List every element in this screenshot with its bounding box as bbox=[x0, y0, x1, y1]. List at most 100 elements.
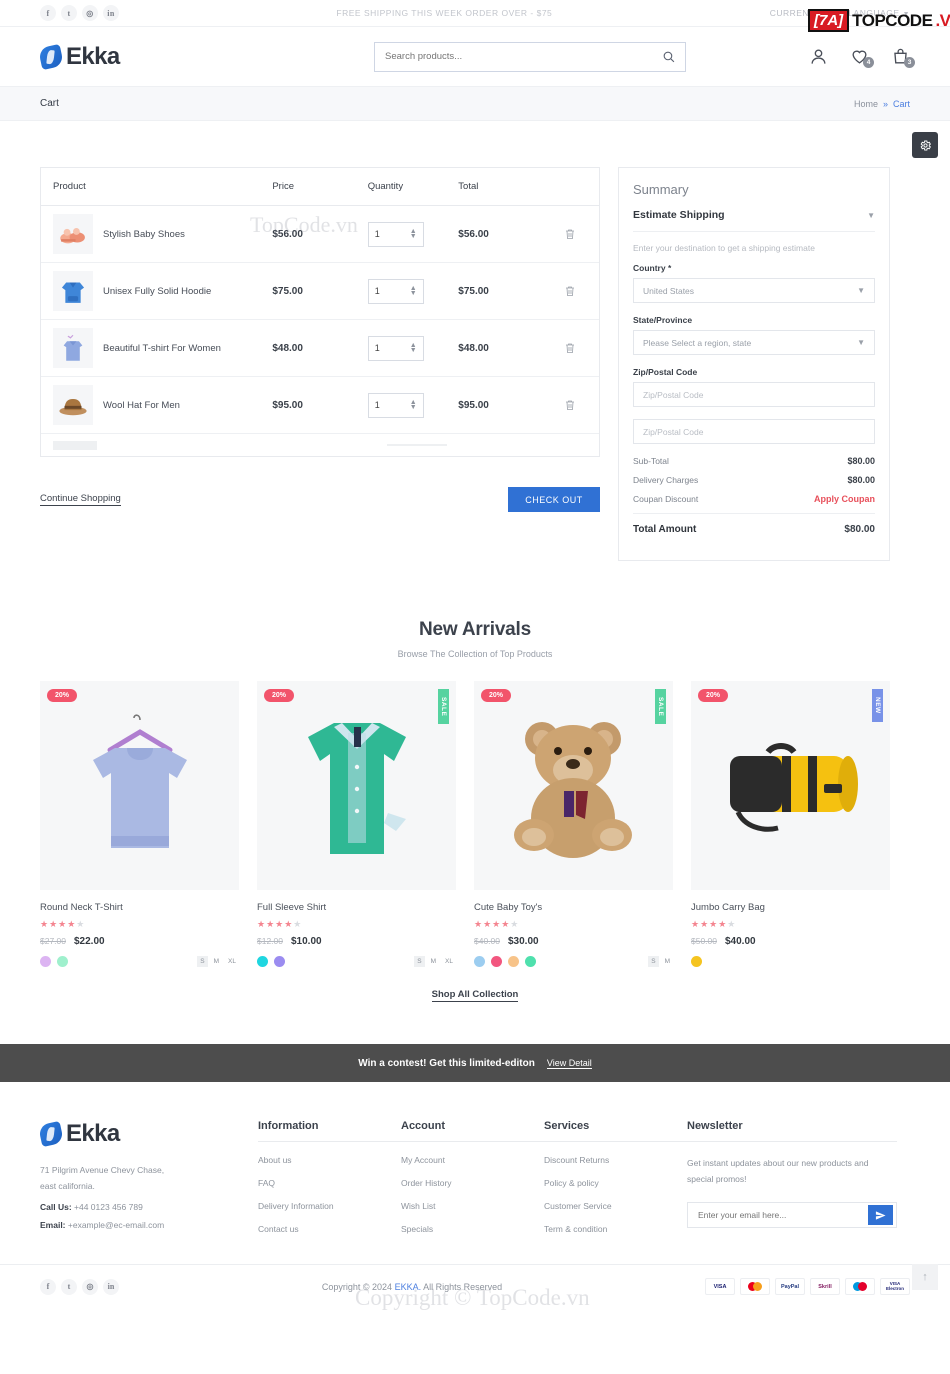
product-image[interactable]: 20% bbox=[40, 681, 239, 890]
shop-all-collection-link[interactable]: Shop All Collection bbox=[431, 989, 519, 1002]
delete-item-button[interactable] bbox=[554, 285, 587, 297]
twitter-icon[interactable]: t bbox=[61, 1278, 77, 1295]
twitter-icon[interactable]: t bbox=[61, 5, 77, 21]
color-swatch[interactable] bbox=[525, 956, 536, 967]
footer-link[interactable]: FAQ bbox=[258, 1178, 401, 1188]
settings-gear-button[interactable] bbox=[912, 132, 938, 158]
size-option[interactable]: M bbox=[428, 956, 439, 967]
quantity-value[interactable]: 1 bbox=[375, 400, 380, 410]
stepper-arrows-icon[interactable]: ▲ ▼ bbox=[410, 228, 417, 240]
size-option[interactable]: S bbox=[197, 956, 208, 967]
color-swatch[interactable] bbox=[40, 956, 51, 967]
footer-link[interactable]: Term & condition bbox=[544, 1224, 687, 1234]
product-card[interactable]: 20% NEW Jumbo Carry Bag ★★★★★ $50.00 $40… bbox=[691, 681, 890, 967]
product-name[interactable]: Unisex Fully Solid Hoodie bbox=[103, 286, 211, 297]
product-image[interactable]: 20% SALE bbox=[474, 681, 673, 890]
size-options[interactable]: S M XL bbox=[197, 956, 239, 967]
wishlist-icon[interactable]: 4 bbox=[850, 47, 874, 68]
scroll-to-top-button[interactable]: ↑ bbox=[912, 1264, 938, 1290]
product-name[interactable]: Beautiful T-shirt For Women bbox=[103, 343, 221, 354]
color-swatch[interactable] bbox=[57, 956, 68, 967]
quantity-value[interactable]: 1 bbox=[375, 286, 380, 296]
apply-coupon-link[interactable]: Apply Coupan bbox=[814, 494, 875, 504]
language-selector[interactable]: LANGUAGE ▼ bbox=[848, 8, 910, 18]
footer-link[interactable]: Contact us bbox=[258, 1224, 401, 1234]
product-name[interactable]: Wool Hat For Men bbox=[103, 400, 180, 411]
footer-link[interactable]: Discount Returns bbox=[544, 1155, 687, 1165]
view-detail-link[interactable]: View Detail bbox=[546, 1058, 592, 1069]
quantity-stepper[interactable]: 1 ▲ ▼ bbox=[367, 278, 424, 304]
zip-input-secondary[interactable]: Zip/Postal Code bbox=[633, 419, 875, 444]
color-swatch[interactable] bbox=[508, 956, 519, 967]
color-swatches[interactable] bbox=[257, 956, 285, 967]
country-select[interactable]: United States ▼ bbox=[633, 278, 875, 303]
instagram-icon[interactable]: ◎ bbox=[82, 5, 98, 21]
product-name[interactable]: Jumbo Carry Bag bbox=[691, 902, 890, 913]
facebook-icon[interactable]: f bbox=[40, 1278, 56, 1295]
continue-shopping-link[interactable]: Continue Shopping bbox=[40, 493, 121, 506]
product-image[interactable]: 20% SALE bbox=[257, 681, 456, 890]
cart-icon[interactable]: 3 bbox=[891, 47, 915, 68]
newsletter-submit-button[interactable] bbox=[868, 1205, 893, 1226]
footer-link[interactable]: My Account bbox=[401, 1155, 544, 1165]
quantity-stepper[interactable]: 1 ▲ ▼ bbox=[367, 221, 424, 247]
checkout-button[interactable]: CHECK OUT bbox=[508, 487, 600, 512]
quantity-value[interactable]: 1 bbox=[375, 229, 380, 239]
product-name[interactable]: Cute Baby Toy's bbox=[474, 902, 673, 913]
footer-link[interactable]: Delivery Information bbox=[258, 1201, 401, 1211]
facebook-icon[interactable]: f bbox=[40, 5, 56, 21]
search-input[interactable] bbox=[385, 51, 662, 62]
color-swatch[interactable] bbox=[274, 956, 285, 967]
color-swatches[interactable] bbox=[40, 956, 68, 967]
product-name[interactable]: Round Neck T-Shirt bbox=[40, 902, 239, 913]
product-card[interactable]: 20% Round Neck T-Shirt ★★★★★ $27.00 $22.… bbox=[40, 681, 239, 967]
product-name[interactable]: Stylish Baby Shoes bbox=[103, 229, 185, 240]
size-option[interactable]: S bbox=[414, 956, 425, 967]
color-swatch[interactable] bbox=[257, 956, 268, 967]
stepper-arrows-icon[interactable]: ▲ ▼ bbox=[410, 399, 417, 411]
size-options[interactable]: S M XL bbox=[414, 956, 456, 967]
linkedin-icon[interactable]: in bbox=[103, 5, 119, 21]
account-icon[interactable] bbox=[809, 47, 828, 66]
color-swatch[interactable] bbox=[691, 956, 702, 967]
estimate-shipping-toggle[interactable]: Estimate Shipping ▼ bbox=[633, 209, 875, 232]
size-option[interactable]: XL bbox=[225, 956, 239, 967]
size-option[interactable]: XL bbox=[442, 956, 456, 967]
footer-link[interactable]: Wish List bbox=[401, 1201, 544, 1211]
stepper-arrows-icon[interactable]: ▲ ▼ bbox=[410, 342, 417, 354]
delete-item-button[interactable] bbox=[554, 342, 587, 354]
size-option[interactable]: M bbox=[211, 956, 222, 967]
size-option[interactable]: S bbox=[648, 956, 659, 967]
search-icon[interactable] bbox=[662, 50, 675, 63]
product-card[interactable]: 20% SALE Cute Baby Toy's ★★★★★ $40.00 $3… bbox=[474, 681, 673, 967]
footer-link[interactable]: About us bbox=[258, 1155, 401, 1165]
quantity-stepper[interactable]: 1 ▲ ▼ bbox=[367, 335, 424, 361]
product-image[interactable]: 20% NEW bbox=[691, 681, 890, 890]
size-options[interactable]: S M bbox=[648, 956, 673, 967]
instagram-icon[interactable]: ◎ bbox=[82, 1278, 98, 1295]
color-swatches[interactable] bbox=[474, 956, 536, 967]
delete-item-button[interactable] bbox=[554, 228, 587, 240]
quantity-stepper[interactable]: 1 ▲ ▼ bbox=[367, 392, 424, 418]
footer-link[interactable]: Specials bbox=[401, 1224, 544, 1234]
site-logo[interactable]: Ekka bbox=[37, 43, 300, 71]
zip-input[interactable]: Zip/Postal Code bbox=[633, 382, 875, 407]
color-swatch[interactable] bbox=[491, 956, 502, 967]
newsletter-email-input[interactable] bbox=[688, 1210, 868, 1221]
chevron-down-icon[interactable]: ▼ bbox=[867, 211, 875, 220]
currency-selector[interactable]: CURRENCY ▼ bbox=[770, 8, 833, 18]
newsletter-form[interactable] bbox=[687, 1202, 897, 1229]
state-select[interactable]: Please Select a region, state ▼ bbox=[633, 330, 875, 355]
quantity-value[interactable]: 1 bbox=[375, 343, 380, 353]
search-box[interactable] bbox=[374, 41, 686, 72]
color-swatches[interactable] bbox=[691, 956, 702, 967]
linkedin-icon[interactable]: in bbox=[103, 1278, 119, 1295]
footer-link[interactable]: Policy & policy bbox=[544, 1178, 687, 1188]
footer-link[interactable]: Order History bbox=[401, 1178, 544, 1188]
product-name[interactable]: Full Sleeve Shirt bbox=[257, 902, 456, 913]
stepper-arrows-icon[interactable]: ▲ ▼ bbox=[410, 285, 417, 297]
color-swatch[interactable] bbox=[474, 956, 485, 967]
breadcrumb-home[interactable]: Home bbox=[854, 99, 878, 109]
delete-item-button[interactable] bbox=[554, 399, 587, 411]
product-card[interactable]: 20% SALE Full Sleeve Shirt ★★★★★ $12.00 … bbox=[257, 681, 456, 967]
